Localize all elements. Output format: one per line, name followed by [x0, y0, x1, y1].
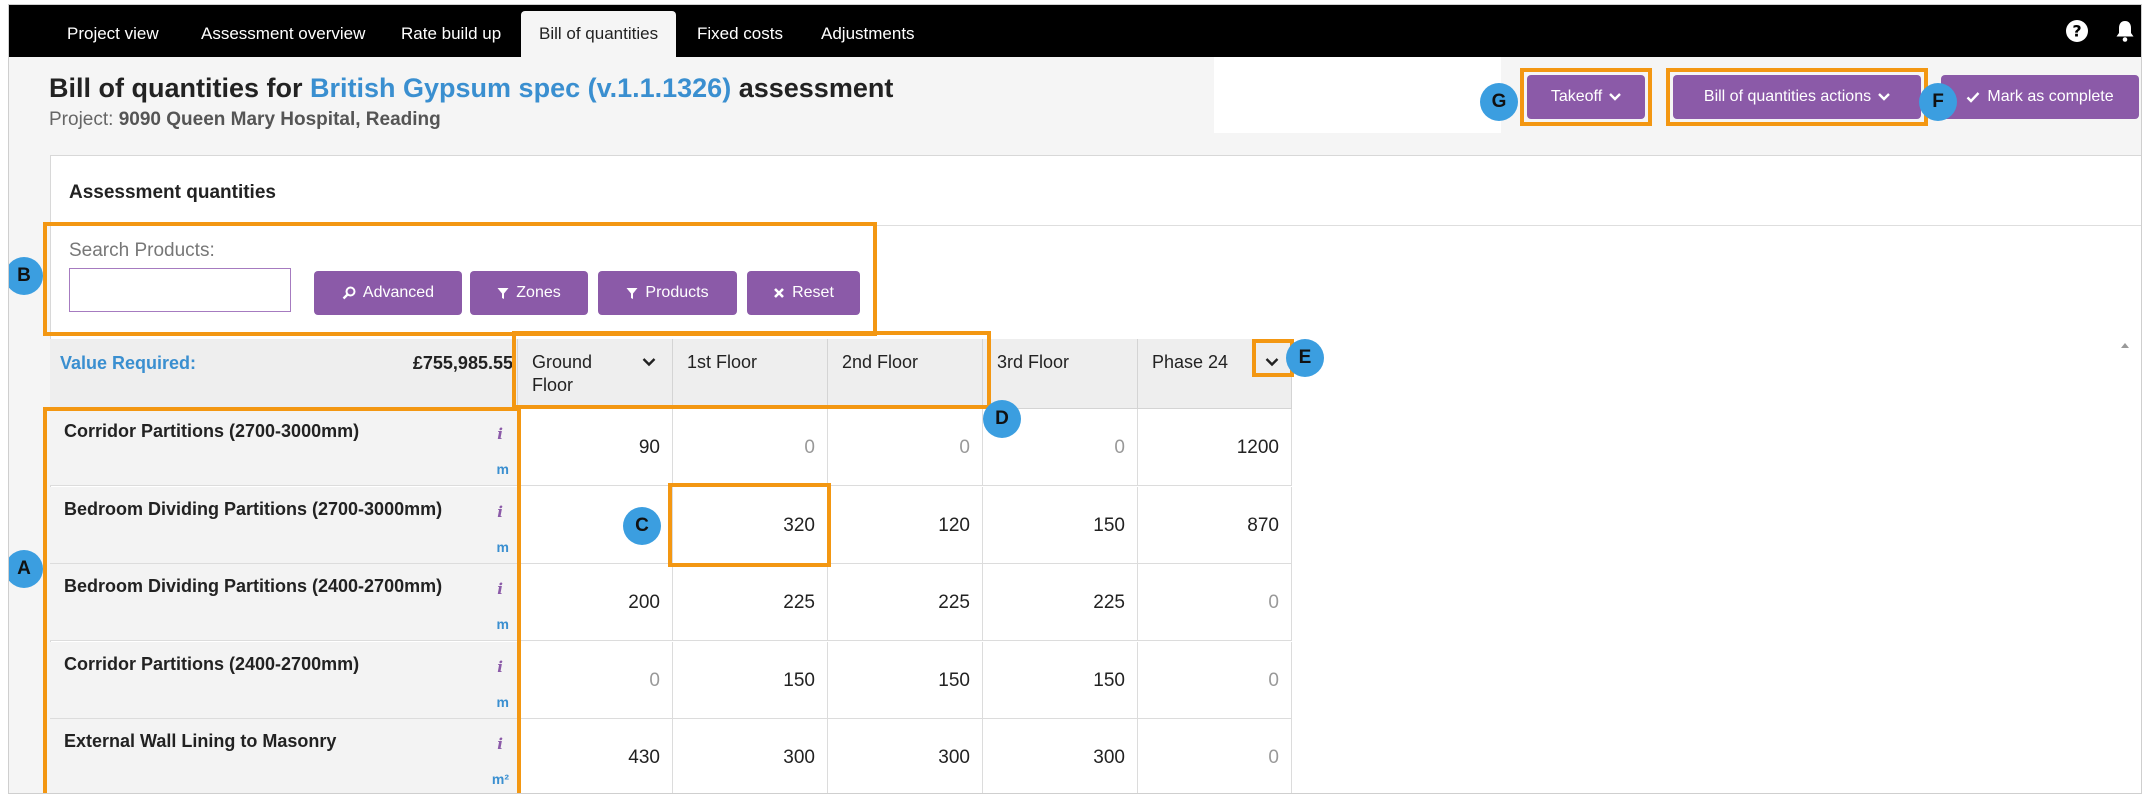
tab-assessment-overview[interactable]: Assessment overview — [183, 11, 383, 57]
value-required-amount: £755,985.55 — [412, 353, 513, 373]
quantity-cell[interactable]: 0 — [827, 409, 982, 486]
quantity-cell[interactable]: 150 — [672, 641, 827, 719]
project-label: Project: — [49, 109, 114, 130]
callout-e-badge: E — [1286, 339, 1324, 377]
highlight-takeoff — [1520, 68, 1652, 126]
quantity-cell[interactable]: 225 — [672, 564, 827, 641]
bell-icon[interactable] — [2113, 19, 2137, 43]
quantity-cell[interactable]: 0 — [672, 409, 827, 486]
quantity-cell[interactable]: 200 — [517, 564, 672, 641]
column-label: 3rd Floor — [997, 352, 1070, 372]
callout-c-badge: C — [623, 507, 661, 545]
quantity-cell[interactable]: 0 — [1137, 564, 1292, 641]
quantity-cell[interactable]: 225 — [827, 564, 982, 641]
quantity-cell[interactable]: 300 — [982, 719, 1137, 793]
quantity-cell[interactable]: 430 — [517, 719, 672, 793]
quantity-cell[interactable]: 120 — [827, 486, 982, 564]
value-required-label: Value Required: — [60, 353, 197, 373]
callout-a-badge: A — [9, 550, 43, 588]
quantity-cell[interactable]: 90 — [517, 409, 672, 486]
callout-f-badge: F — [1919, 83, 1957, 121]
title-suffix: assessment — [738, 73, 894, 103]
quantity-cell[interactable]: 300 — [827, 719, 982, 793]
quantity-cell[interactable]: 300 — [672, 719, 827, 793]
quantity-cell[interactable]: 0 — [517, 641, 672, 719]
callout-d-badge: D — [983, 400, 1021, 438]
quantity-cell[interactable]: 150 — [982, 641, 1137, 719]
value-required-header: Value Required: £755,985.55 — [50, 339, 517, 409]
panel-title: Assessment quantities — [69, 182, 276, 203]
svg-text:?: ? — [2072, 22, 2081, 41]
highlight-product-names — [43, 407, 521, 793]
tab-fixed-costs[interactable]: Fixed costs — [679, 11, 801, 57]
quantity-cell[interactable]: 1200 — [1137, 409, 1292, 486]
quantity-cell[interactable]: 225 — [982, 564, 1137, 641]
quantity-cell[interactable]: 0 — [1137, 719, 1292, 793]
assessment-link[interactable]: British Gypsum spec (v.1.1.1326) — [310, 73, 731, 103]
top-navigation: Project view Assessment overview Rate bu… — [9, 5, 2141, 57]
project-subtitle: Project: 9090 Queen Mary Hospital, Readi… — [49, 109, 441, 131]
highlight-quantity-cell — [668, 483, 831, 567]
highlight-search-area — [43, 222, 877, 336]
tab-rate-build-up[interactable]: Rate build up — [383, 11, 519, 57]
check-icon — [1967, 92, 1980, 103]
highlight-floor-headers — [512, 331, 991, 409]
help-icon[interactable]: ? — [2065, 19, 2089, 43]
header-blank-area — [1214, 57, 1501, 133]
mark-as-complete-button[interactable]: Mark as complete — [1941, 75, 2139, 119]
scroll-up-arrow[interactable] — [2121, 343, 2129, 348]
quantity-cell[interactable]: 0 — [1137, 641, 1292, 719]
mark-complete-label: Mark as complete — [1987, 88, 2114, 105]
quantity-cell[interactable]: 150 — [827, 641, 982, 719]
project-name: 9090 Queen Mary Hospital, Reading — [118, 109, 441, 130]
title-prefix: Bill of quantities for — [49, 73, 303, 103]
highlight-boq-actions — [1666, 68, 1928, 126]
quantity-cell[interactable]: 870 — [1137, 486, 1292, 564]
tab-bill-of-quantities[interactable]: Bill of quantities — [521, 11, 677, 57]
tab-project-view[interactable]: Project view — [49, 11, 177, 57]
callout-g-badge: G — [1480, 83, 1518, 121]
tab-adjustments[interactable]: Adjustments — [803, 11, 933, 57]
page-title: Bill of quantities for British Gypsum sp… — [49, 73, 893, 104]
callout-b-badge: B — [9, 257, 43, 295]
app-window: Project view Assessment overview Rate bu… — [8, 4, 2142, 794]
quantity-cell[interactable]: 150 — [982, 486, 1137, 564]
column-header-3rd-floor[interactable]: 3rd Floor — [982, 339, 1137, 409]
column-label: Phase 24 — [1152, 352, 1229, 372]
